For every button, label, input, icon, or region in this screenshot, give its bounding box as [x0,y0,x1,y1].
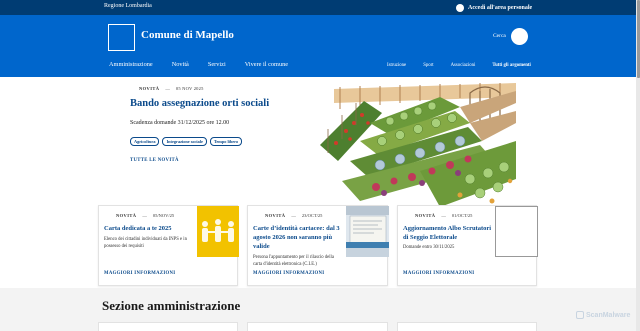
watermark: ScanMalware [576,311,630,319]
topics-nav: Istruzione Sport Associazioni Tutti gli … [387,63,531,68]
user-icon [456,3,464,12]
tag-agricoltura[interactable]: Agricoltura [130,137,160,146]
login-button[interactable]: Accedi all'area personale [456,2,532,13]
hero-meta: NOVITÀ — 05 NOV 2025 [139,86,204,91]
tag-integrazione-sociale[interactable]: Integrazione sociale [162,137,207,146]
all-news-link[interactable]: TUTTE LE NOVITÀ [130,158,179,163]
nav-item-servizi[interactable]: Servizi [208,61,226,68]
top-bar: Regione Lombardia Accedi all'area person… [0,0,636,15]
card-description: Persona l'appuntamento per il rilascio d… [253,255,334,267]
topic-istruzione[interactable]: Istruzione [387,63,406,68]
nav-item-novita[interactable]: Novità [172,61,189,68]
scrollbar[interactable] [636,0,640,331]
hero-category: NOVITÀ [139,86,160,91]
tag-tempo-libero[interactable]: Tempo libero [209,137,243,146]
card-title[interactable]: Carta dedicata a te 2025 [104,224,194,233]
site-name[interactable]: Comune di Mapello [141,29,234,41]
card-separator: — [291,213,296,218]
scrollbar-thumb[interactable] [636,0,640,78]
vegetable-garden-illustration [320,83,516,207]
card-more-link[interactable]: MAGGIORI INFORMAZIONI [104,271,175,276]
card-date: 05/NOV/25 [152,213,175,218]
main-nav: Amministrazione Novità Servizi Vivere il… [109,61,307,68]
card-meta: NOVITÀ — 05/NOV/25 [116,213,174,218]
watermark-icon [576,311,584,319]
news-card[interactable]: NOVITÀ — 01/OCT/25 Aggiornamento Albo Sc… [397,205,538,286]
card-title[interactable]: Aggiornamento Albo Scrutatori di Seggio … [403,224,493,242]
nav-item-vivere-il-comune[interactable]: Vivere il comune [245,61,288,68]
hero-tags: Agricoltura Integrazione sociale Tempo l… [130,137,245,146]
nav-item-amministrazione[interactable]: Amministrazione [109,61,153,68]
card-category: NOVITÀ [415,213,436,218]
site-header: Comune di Mapello Cerca Amministrazione … [0,15,636,77]
card-meta: NOVITÀ — 01/OCT/25 [415,213,472,218]
card-more-link[interactable]: MAGGIORI INFORMAZIONI [253,271,324,276]
hero-deadline: Scadenza domande 31/12/2025 ore 12.00 [130,120,230,126]
topic-associazioni[interactable]: Associazioni [451,63,476,68]
news-card[interactable]: NOVITÀ — 23/OCT/25 Carte d’identità cart… [247,205,389,286]
card-more-link[interactable]: MAGGIORI INFORMAZIONI [403,271,474,276]
identity-card-thumbnail [346,206,389,257]
card-date: 23/OCT/25 [301,213,323,218]
hero-date: 05 NOV 2025 [175,86,204,91]
card-title[interactable]: Carte d’identità cartacee: dal 3 agosto … [253,224,343,251]
watermark-text: ScanMalware [586,311,631,319]
card-separator: — [142,213,147,218]
section-card[interactable] [98,322,238,331]
card-description: Domande entro 30/11/2025 [403,245,455,250]
news-card[interactable]: NOVITÀ — 05/NOV/25 Carta dedicata a te 2… [98,205,239,286]
card-category: NOVITÀ [116,213,137,218]
card-category: NOVITÀ [265,213,286,218]
all-topics-link[interactable]: Tutti gli argomenti [492,63,530,68]
hero-title[interactable]: Bando assegnazione orti sociali [130,98,269,109]
search-button[interactable] [511,28,528,45]
topic-sport[interactable]: Sport [423,63,433,68]
section-card[interactable] [397,322,537,331]
card-meta: NOVITÀ — 23/OCT/25 [265,213,322,218]
search-label: Cerca [493,33,506,39]
card-date: 01/OCT/25 [451,213,473,218]
login-label: Accedi all'area personale [468,4,533,11]
section-title: Sezione amministrazione [102,298,241,313]
card-separator: — [441,213,446,218]
card-description: Elenco dei cittadini individuati da INPS… [104,237,187,249]
broken-image-thumbnail [495,206,538,257]
logo[interactable] [108,24,135,51]
region-link[interactable]: Regione Lombardia [104,3,152,9]
people-chain-thumbnail [197,206,239,257]
section-card[interactable] [247,322,388,331]
hero-separator: — [165,86,170,91]
